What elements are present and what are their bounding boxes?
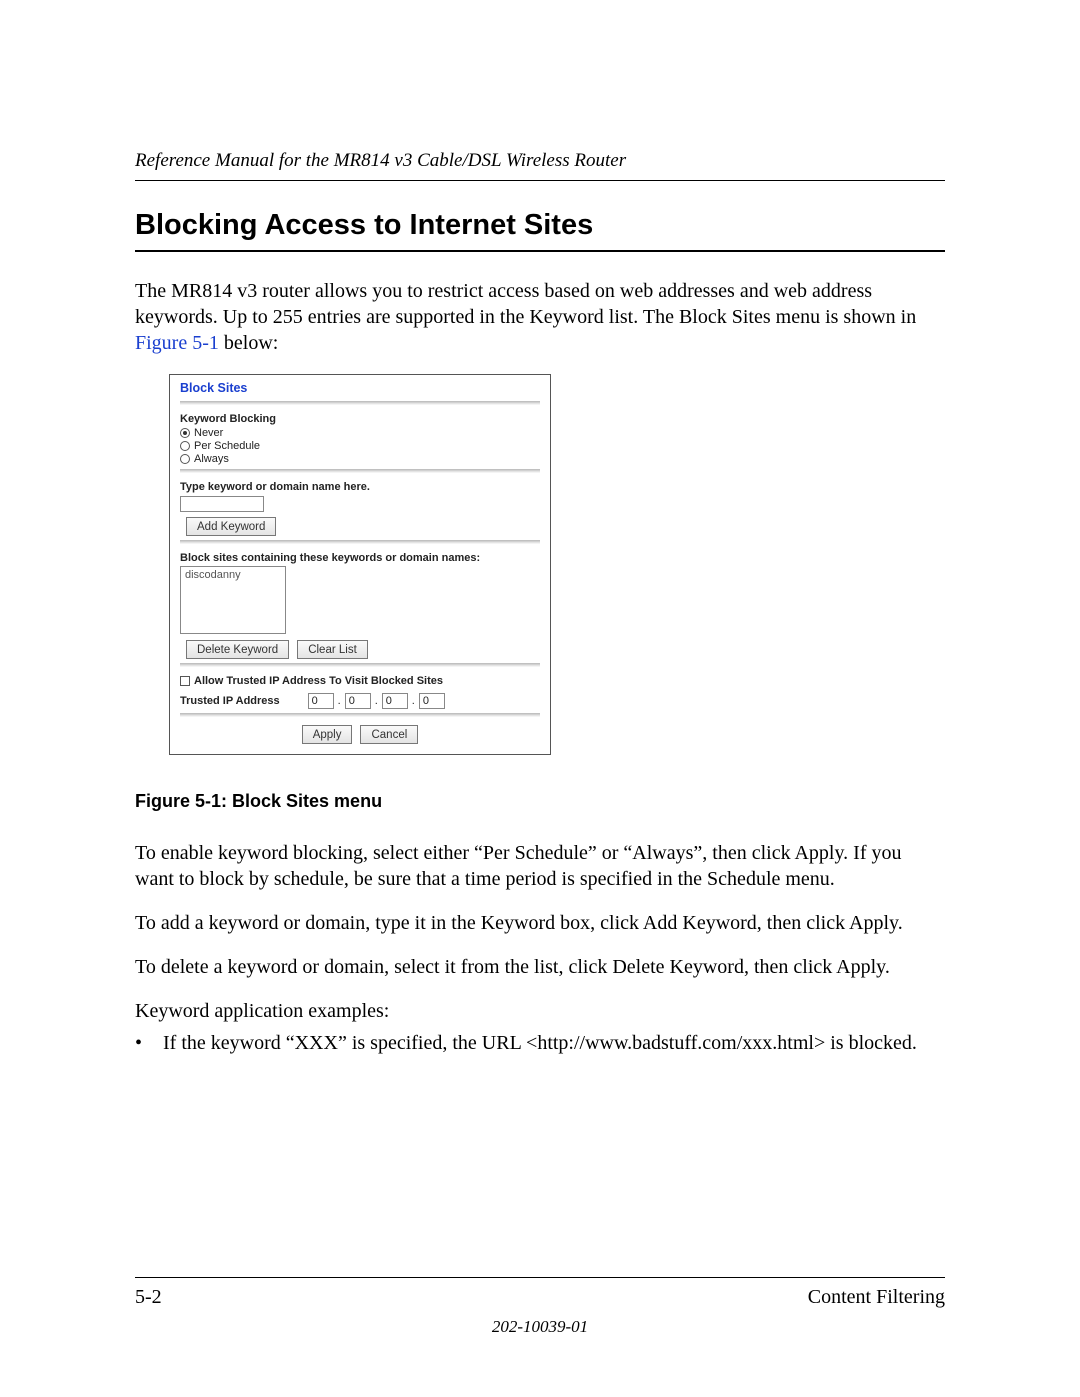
section-title: Blocking Access to Internet Sites: [135, 209, 945, 242]
intro-paragraph: The MR814 v3 router allows you to restri…: [135, 278, 945, 356]
allow-trusted-checkbox[interactable]: [180, 676, 190, 686]
trusted-ip-octet-2[interactable]: 0: [345, 693, 371, 709]
block-list-item[interactable]: discodanny: [185, 569, 281, 581]
radio-always-row[interactable]: Always: [180, 453, 540, 465]
radio-never-row[interactable]: Never: [180, 427, 540, 439]
footer-page-number: 5-2: [135, 1286, 162, 1309]
panel-title: Block Sites: [180, 381, 540, 395]
separator: [180, 469, 540, 473]
footer-section-name: Content Filtering: [808, 1286, 945, 1309]
allow-trusted-label: Allow Trusted IP Address To Visit Blocke…: [194, 675, 443, 687]
bullet-dot-icon: •: [135, 1030, 163, 1056]
running-header: Reference Manual for the MR814 v3 Cable/…: [135, 150, 945, 172]
radio-per-schedule-row[interactable]: Per Schedule: [180, 440, 540, 452]
block-sites-panel: Block Sites Keyword Blocking Never Per S…: [169, 374, 551, 755]
paragraph-delete: To delete a keyword or domain, select it…: [135, 954, 945, 980]
keyword-input[interactable]: [180, 496, 264, 512]
radio-never[interactable]: [180, 428, 190, 438]
intro-text-after: below:: [219, 332, 278, 354]
trusted-ip-octet-1[interactable]: 0: [308, 693, 334, 709]
trusted-ip-fields: 0. 0. 0. 0: [308, 693, 445, 709]
footer-rule: [135, 1277, 945, 1278]
radio-always[interactable]: [180, 454, 190, 464]
bullet-text: If the keyword “XXX” is specified, the U…: [163, 1030, 917, 1056]
radio-never-label: Never: [194, 427, 223, 439]
ip-dot: .: [375, 695, 378, 707]
allow-trusted-row[interactable]: Allow Trusted IP Address To Visit Blocke…: [180, 675, 540, 687]
figure-caption: Figure 5-1: Block Sites menu: [135, 791, 945, 812]
delete-keyword-button[interactable]: Delete Keyword: [186, 640, 289, 659]
block-list[interactable]: discodanny: [180, 566, 286, 634]
radio-per-schedule-label: Per Schedule: [194, 440, 260, 452]
page-footer: 5-2 Content Filtering 202-10039-01: [135, 1277, 945, 1337]
separator: [180, 540, 540, 544]
clear-list-button[interactable]: Clear List: [297, 640, 368, 659]
cancel-button[interactable]: Cancel: [360, 725, 418, 744]
trusted-ip-octet-3[interactable]: 0: [382, 693, 408, 709]
ip-dot: .: [412, 695, 415, 707]
footer-document-number: 202-10039-01: [135, 1317, 945, 1337]
paragraph-enable: To enable keyword blocking, select eithe…: [135, 840, 945, 892]
apply-button[interactable]: Apply: [302, 725, 353, 744]
figure-link[interactable]: Figure 5-1: [135, 332, 219, 354]
bullet-item: • If the keyword “XXX” is specified, the…: [135, 1030, 945, 1056]
type-keyword-label: Type keyword or domain name here.: [180, 481, 540, 493]
block-list-label: Block sites containing these keywords or…: [180, 552, 540, 564]
radio-per-schedule[interactable]: [180, 441, 190, 451]
keyword-blocking-label: Keyword Blocking: [180, 413, 540, 425]
header-rule: [135, 180, 945, 181]
separator: [180, 713, 540, 717]
trusted-ip-label: Trusted IP Address: [180, 695, 280, 707]
trusted-ip-octet-4[interactable]: 0: [419, 693, 445, 709]
separator: [180, 663, 540, 667]
radio-always-label: Always: [194, 453, 229, 465]
separator: [180, 401, 540, 405]
paragraph-add: To add a keyword or domain, type it in t…: [135, 910, 945, 936]
title-rule: [135, 250, 945, 252]
ip-dot: .: [338, 695, 341, 707]
add-keyword-button[interactable]: Add Keyword: [186, 517, 276, 536]
intro-text-before: The MR814 v3 router allows you to restri…: [135, 280, 916, 328]
paragraph-examples: Keyword application examples:: [135, 998, 945, 1024]
